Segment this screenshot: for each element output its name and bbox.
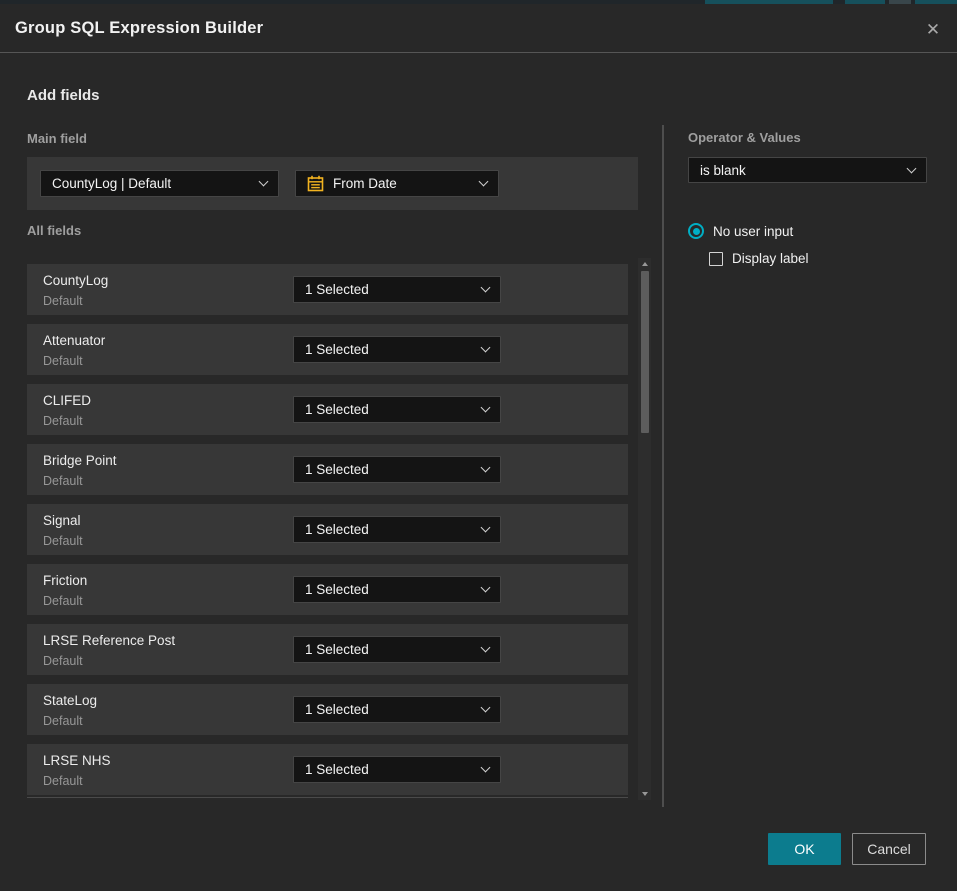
chevron-down-icon [481, 463, 491, 473]
display-label-checkbox[interactable]: Display label [709, 251, 809, 266]
field-row-subtitle: Default [43, 654, 83, 668]
all-fields-list: CountyLog Default 1 Selected Attenuator … [27, 264, 628, 804]
field-row-selected-value: 1 Selected [305, 342, 474, 357]
screen: Group SQL Expression Builder ✕ Add field… [0, 0, 957, 891]
field-row-name: LRSE NHS [43, 753, 111, 768]
field-row: Attenuator Default 1 Selected [27, 324, 628, 375]
chevron-down-icon [481, 763, 491, 773]
display-label-label: Display label [732, 251, 809, 266]
field-row-selected-value: 1 Selected [305, 522, 474, 537]
chevron-down-icon [481, 343, 491, 353]
field-row-selected-value: 1 Selected [305, 642, 474, 657]
chevron-down-icon [481, 703, 491, 713]
field-row-subtitle: Default [43, 714, 83, 728]
field-row-name: CLIFED [43, 393, 91, 408]
field-row-subtitle: Default [43, 594, 83, 608]
field-row-name: Friction [43, 573, 87, 588]
dialog-title: Group SQL Expression Builder [15, 19, 263, 38]
field-row-name: StateLog [43, 693, 97, 708]
cancel-button[interactable]: Cancel [852, 833, 926, 865]
add-fields-heading: Add fields [27, 87, 100, 104]
scrollbar-thumb[interactable] [641, 271, 649, 433]
main-field-layer-select-value: CountyLog | Default [52, 176, 252, 191]
field-row: LRSE NHS Default 1 Selected [27, 744, 628, 795]
radio-selected-icon [688, 223, 704, 239]
field-row-selected-value: 1 Selected [305, 762, 474, 777]
field-row-selected-value: 1 Selected [305, 582, 474, 597]
dialog-header: Group SQL Expression Builder ✕ [0, 4, 957, 53]
field-row-name: Bridge Point [43, 453, 117, 468]
field-row-selected-dropdown[interactable]: 1 Selected [293, 336, 501, 363]
field-row: CLIFED Default 1 Selected [27, 384, 628, 435]
chevron-down-icon [481, 283, 491, 293]
field-row-name: CountyLog [43, 273, 108, 288]
field-row-selected-value: 1 Selected [305, 282, 474, 297]
chevron-down-icon [259, 177, 269, 187]
chevron-down-icon [481, 523, 491, 533]
field-row-subtitle: Default [43, 774, 83, 788]
chevron-down-icon [481, 583, 491, 593]
scrollbar-up-arrow-icon[interactable] [638, 258, 651, 270]
main-field-date-select-value: From Date [333, 176, 472, 191]
checkbox-unchecked-icon [709, 252, 723, 266]
field-row-name: Attenuator [43, 333, 105, 348]
field-row-subtitle: Default [43, 354, 83, 368]
operator-values-heading: Operator & Values [688, 130, 801, 145]
main-field-date-select[interactable]: From Date [295, 170, 499, 197]
field-row-selected-dropdown[interactable]: 1 Selected [293, 576, 501, 603]
field-row-subtitle: Default [43, 414, 83, 428]
field-row-subtitle: Default [43, 534, 83, 548]
field-row: LRSE Reference Post Default 1 Selected [27, 624, 628, 675]
field-row: Bridge Point Default 1 Selected [27, 444, 628, 495]
field-row-subtitle: Default [43, 474, 83, 488]
field-row-selected-value: 1 Selected [305, 402, 474, 417]
chevron-down-icon [481, 643, 491, 653]
field-row: StateLog Default 1 Selected [27, 684, 628, 735]
main-field-layer-select[interactable]: CountyLog | Default [40, 170, 279, 197]
calendar-icon [307, 175, 324, 192]
list-bottom-divider [27, 797, 628, 798]
chevron-down-icon [479, 177, 489, 187]
chevron-down-icon [907, 163, 917, 173]
all-fields-label: All fields [27, 223, 81, 238]
field-row-selected-value: 1 Selected [305, 462, 474, 477]
close-icon[interactable]: ✕ [919, 16, 947, 44]
chevron-down-icon [481, 403, 491, 413]
scrollbar-down-arrow-icon[interactable] [638, 788, 651, 800]
field-row-selected-dropdown[interactable]: 1 Selected [293, 276, 501, 303]
main-field-panel: CountyLog | Default From Date [27, 157, 638, 210]
operator-select[interactable]: is blank [688, 157, 927, 183]
field-row-selected-dropdown[interactable]: 1 Selected [293, 516, 501, 543]
vertical-divider [662, 125, 664, 807]
group-sql-expression-builder-dialog: Group SQL Expression Builder ✕ Add field… [0, 4, 957, 891]
all-fields-scrollbar[interactable] [638, 258, 651, 800]
field-row-selected-dropdown[interactable]: 1 Selected [293, 636, 501, 663]
field-row-subtitle: Default [43, 294, 83, 308]
field-row-name: LRSE Reference Post [43, 633, 175, 648]
main-field-label: Main field [27, 131, 87, 146]
no-user-input-radio[interactable]: No user input [688, 223, 793, 239]
field-row: Friction Default 1 Selected [27, 564, 628, 615]
field-row-selected-dropdown[interactable]: 1 Selected [293, 456, 501, 483]
field-row-selected-value: 1 Selected [305, 702, 474, 717]
operator-select-value: is blank [700, 163, 900, 178]
field-row-selected-dropdown[interactable]: 1 Selected [293, 756, 501, 783]
field-row-selected-dropdown[interactable]: 1 Selected [293, 696, 501, 723]
ok-button[interactable]: OK [768, 833, 841, 865]
field-row: Signal Default 1 Selected [27, 504, 628, 555]
field-row: CountyLog Default 1 Selected [27, 264, 628, 315]
no-user-input-label: No user input [713, 224, 793, 239]
field-row-name: Signal [43, 513, 81, 528]
field-row-selected-dropdown[interactable]: 1 Selected [293, 396, 501, 423]
